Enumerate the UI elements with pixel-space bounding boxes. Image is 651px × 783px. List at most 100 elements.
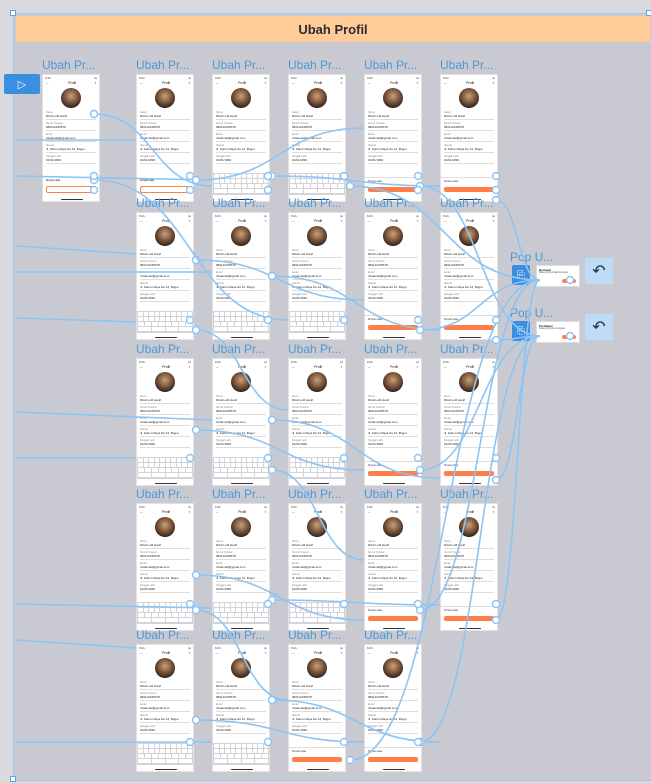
keyboard [213,311,269,333]
home-indicator [231,769,253,770]
profile-field: Email rizalemail@gmail.com [292,417,342,426]
nav-bar: ← Profil ▪ [289,80,345,86]
screen-frame[interactable]: 9:41 ▪▪▪ ← Profil ▪ Nama Rizal Lutfi Hanif Nomo… [364,503,422,631]
screen-frame[interactable]: 9:41 ▪▪▪ ← Profil ▪ Nama Rizal Lutfi Hanif Nomo… [136,212,194,340]
popup-title-1[interactable]: Pop U... [510,250,558,264]
field-value: 082112345678 [216,554,236,558]
screen-title[interactable]: Ubah Pr... [212,487,268,501]
screen-frame[interactable]: 9:41 ▪▪▪ ← Profil ▪ Nama Rizal Lutfi Hanif Nomo… [212,74,270,202]
screen-frame[interactable]: 9:41 ▪▪▪ ← Profil ▪ Nama Rizal Lutfi Hanif Nomo… [136,644,194,772]
field-value: Rizal Lutfi Hanif [444,543,466,547]
sheet-button [368,757,418,762]
profile-field: Nomor Telepon 082112345678 [368,406,418,415]
profile-field: Tanggal Lahir 01/01/1999 [444,584,494,593]
field-value: rizalemail@gmail.com [444,420,474,424]
screen-title[interactable]: Ubah Pr... [288,58,344,72]
field-value: Rizal Lutfi Hanif [216,543,238,547]
nav-back-icon: ← [292,510,296,514]
screen-frame[interactable]: 9:41 ▪▪▪ ← Profil ▪ Nama Rizal Lutfi Hanif Nomo… [136,74,194,202]
screen-frame[interactable]: 9:41 ▪▪▪ ← Profil ▪ Nama Rizal Lutfi Hanif Nomo… [364,644,422,772]
screen-title[interactable]: Ubah Pr... [212,342,268,356]
nav-back-icon: ← [216,219,220,223]
keyboard [289,173,345,195]
popup-title-2[interactable]: Pop U... [510,306,558,320]
profile-field: Email rizalemail@gmail.com [292,133,342,142]
screen-frame[interactable]: 9:41 ▪▪▪ ← Profil ▪ Nama Rizal Lutfi Hanif Nomo… [288,503,346,631]
screen-title[interactable]: Ubah Pr... [364,58,420,72]
screen-frame[interactable]: 9:41 ▪▪▪ ← Profil ▪ Nama Rizal Lutfi Hanif Nomo… [136,358,194,486]
keyboard [137,743,193,765]
screen-frame[interactable]: 9:41 ▪▪▪ ← Profil ▪ Nama Rizal Lutfi Hanif Nomo… [440,212,498,340]
screen-title[interactable]: Ubah Pr... [136,628,192,642]
screen-frame[interactable]: 9:41 ▪▪▪ ← Profil ▪ Nama Rizal Lutfi Hanif Nomo… [440,358,498,486]
screen-frame[interactable]: 9:41 ▪▪▪ ← Profil ▪ Nama Rizal Lutfi Hanif Nomo… [288,644,346,772]
screen-frame[interactable]: 9:41 ▪▪▪ ← Profil ▪ Nama Rizal Lutfi Hanif Nomo… [288,212,346,340]
status-icons: ▪▪▪ [93,76,97,80]
screen-frame[interactable]: 9:41 ▪▪▪ ← Profil ▪ Nama Rizal Lutfi Hanif Nomo… [212,503,270,631]
profile-field: Email rizalemail@gmail.com [292,271,342,280]
screen-frame[interactable]: 9:41 ▪▪▪ ← Profil ▪ Nama Rizal Lutfi Hanif Nomo… [364,358,422,486]
screen-frame[interactable]: 9:41 ▪▪▪ ← Profil ▪ Nama Rizal Lutfi Hanif Nomo… [212,212,270,340]
flow-start-icon[interactable]: ▷ [4,74,40,94]
screen-frame[interactable]: 9:41 ▪▪▪ ← Profil ▪ Nama Rizal Lutfi Hanif Nomo… [364,212,422,340]
status-time: 9:41 [291,76,297,80]
nav-title: Profil [314,81,323,85]
popup-frame-warning[interactable]: Perhatian Data profil belum lengkap [536,321,580,343]
field-value: rizalemail@gmail.com [444,274,474,278]
screen-title[interactable]: Ubah Pr... [212,58,268,72]
screen-title[interactable]: Ubah Pr... [440,196,496,210]
field-value: 082112345678 [368,695,388,699]
screen-frame[interactable]: 9:41 ▪▪▪ ← Profil ▪ Nama Rizal Lutfi Hanif Nomo… [42,74,100,202]
screen-title[interactable]: Ubah Pr... [288,487,344,501]
menu-icon: ▪ [416,365,418,369]
screen-frame[interactable]: 9:41 ▪▪▪ ← Profil ▪ Nama Rizal Lutfi Hanif Nomo… [288,74,346,202]
screen-title[interactable]: Ubah Pr... [364,342,420,356]
screen-title[interactable]: Ubah Pr... [288,196,344,210]
screen-title[interactable]: Ubah Pr... [136,487,192,501]
field-value: Jl. Kebun Raya No.12, Bogor [140,285,179,289]
back-arrow-icon[interactable]: ↶ [585,314,613,340]
frame-link-icon[interactable]: ⎘ [512,321,530,341]
screen-frame[interactable]: 9:41 ▪▪▪ ← Profil ▪ Nama Rizal Lutfi Hanif Nomo… [212,644,270,772]
screen-title[interactable]: Ubah Pr... [212,628,268,642]
nav-title: Profil [68,81,77,85]
nav-back-icon: ← [444,81,448,85]
screen-frame[interactable]: 9:41 ▪▪▪ ← Profil ▪ Nama Rizal Lutfi Hanif Nomo… [212,358,270,486]
status-icons: ▪▪▪ [491,214,495,218]
screen-title[interactable]: Ubah Pr... [364,628,420,642]
screen-frame[interactable]: 9:41 ▪▪▪ ← Profil ▪ Nama Rizal Lutfi Hanif Nomo… [440,74,498,202]
popup-frame-success[interactable]: Berhasil Data profil berhasil disimpan [536,265,580,287]
nav-title: Profil [162,651,171,655]
field-value: rizalemail@gmail.com [292,565,322,569]
sheet-button [444,187,494,192]
home-indicator [307,769,329,770]
screen-title[interactable]: Ubah Pr... [288,342,344,356]
field-value: 01/01/1999 [444,296,460,300]
profile-field: Tanggal Lahir 01/01/1999 [444,439,494,448]
menu-icon: ▪ [340,219,342,223]
frame-link-icon[interactable]: ⎘ [512,265,530,285]
profile-field: Tanggal Lahir 01/01/1999 [46,155,96,164]
back-arrow-icon[interactable]: ↶ [585,258,613,284]
resize-handle-bottom-left[interactable] [10,776,16,782]
screen-frame[interactable]: 9:41 ▪▪▪ ← Profil ▪ Nama Rizal Lutfi Hanif Nomo… [288,358,346,486]
screen-title[interactable]: Ubah Pr... [136,342,192,356]
screen-frame[interactable]: 9:41 ▪▪▪ ← Profil ▪ Nama Rizal Lutfi Hanif Nomo… [440,503,498,631]
nav-bar: ← Profil ▪ [137,218,193,224]
screen-title[interactable]: Ubah Pr... [440,342,496,356]
screen-title[interactable]: Ubah Pr... [440,58,496,72]
screen-title[interactable]: Ubah Pr... [42,58,98,72]
section-title[interactable]: Ubah Profil [16,16,650,42]
nav-title: Profil [162,81,171,85]
field-value: rizalemail@gmail.com [140,136,170,140]
screen-title[interactable]: Ubah Pr... [364,487,420,501]
screen-title[interactable]: Ubah Pr... [288,628,344,642]
screen-title[interactable]: Ubah Pr... [136,58,192,72]
profile-field: Email rizalemail@gmail.com [368,133,418,142]
screen-title[interactable]: Ubah Pr... [364,196,420,210]
screen-title[interactable]: Ubah Pr... [136,196,192,210]
screen-frame[interactable]: 9:41 ▪▪▪ ← Profil ▪ Nama Rizal Lutfi Hanif Nomo… [364,74,422,202]
screen-title[interactable]: Ubah Pr... [440,487,496,501]
screen-frame[interactable]: 9:41 ▪▪▪ ← Profil ▪ Nama Rizal Lutfi Hanif Nomo… [136,503,194,631]
screen-title[interactable]: Ubah Pr... [212,196,268,210]
